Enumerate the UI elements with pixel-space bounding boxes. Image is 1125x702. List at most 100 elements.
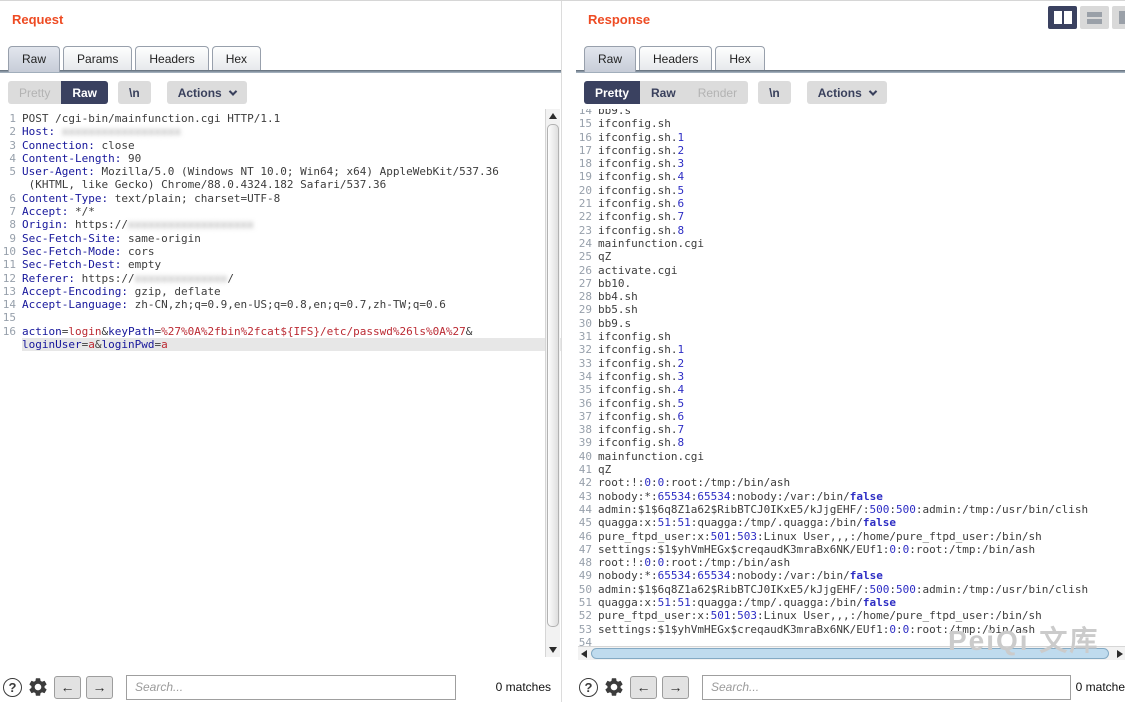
request-tabbar: Raw Params Headers Hex — [8, 46, 262, 72]
code-line: 40 mainfunction.cgi — [578, 449, 704, 463]
message-view-toggle: Pretty Raw Render — [584, 81, 749, 104]
code-line: 9 Sec-Fetch-Site: same-origin — [9, 231, 201, 245]
scroll-down-icon[interactable] — [546, 643, 560, 657]
chevron-down-icon — [868, 86, 877, 96]
code-line: 4 Content-Length: 90 — [9, 151, 142, 165]
code-line: 13 Accept-Encoding: gzip, deflate — [2, 284, 221, 298]
tab-headers[interactable]: Headers — [135, 46, 209, 70]
code-line: 45 quagga:x:51:51:quagga:/tmp/.quagga:/bi… — [578, 516, 897, 530]
code-line: 32 ifconfig.sh.1 — [578, 343, 685, 357]
code-line: 35 ifconfig.sh.4 — [578, 383, 685, 397]
prev-match-button[interactable]: ← — [54, 675, 81, 699]
code-line: 49 nobody:*:65534:65534:nobody:/var:/bin/… — [578, 569, 883, 583]
request-toolbar: Pretty Raw \n Actions — [8, 81, 247, 104]
code-line: 31 ifconfig.sh — [578, 330, 671, 344]
columns-layout-icon[interactable] — [1048, 6, 1077, 29]
actions-button[interactable]: Actions — [806, 81, 887, 104]
actions-label: Actions — [817, 85, 862, 100]
code-line: 50 admin:$1$6q8Z1a62$RibBTCJ0IKxE5/kJjgEH… — [578, 582, 1089, 596]
code-line: 3 Connection: close — [9, 138, 135, 152]
code-line: 37 ifconfig.sh.6 — [578, 409, 685, 423]
render-button[interactable]: Render — [686, 81, 749, 104]
code-line: 11 Sec-Fetch-Dest: empty — [2, 258, 162, 272]
actions-label: Actions — [177, 85, 222, 100]
code-line: 41 qZ — [578, 463, 612, 477]
code-line: 28 bb4.sh — [578, 290, 638, 304]
code-line: 51 quagga:x:51:51:quagga:/tmp/.quagga:/bi… — [578, 595, 897, 609]
tab-params[interactable]: Params — [63, 46, 133, 70]
request-editor[interactable]: 1 POST /cgi-bin/mainfunction.cgi HTTP/1.1… — [0, 109, 561, 659]
code-line: 14 bb9.s — [578, 109, 632, 117]
code-line: 39 ifconfig.sh.8 — [578, 436, 685, 450]
code-line: 18 ifconfig.sh.3 — [578, 157, 685, 171]
next-match-button[interactable]: → — [86, 675, 113, 699]
actions-button[interactable]: Actions — [166, 81, 247, 104]
code-line: 42 root:!:0:0:root:/tmp:/bin/ash — [578, 476, 791, 490]
search-input[interactable] — [126, 674, 456, 700]
code-line: 1 POST /cgi-bin/mainfunction.cgi HTTP/1.1 — [9, 112, 281, 125]
request-vertical-scrollbar[interactable] — [545, 109, 560, 657]
pretty-button[interactable]: Pretty — [8, 81, 62, 104]
pretty-button[interactable]: Pretty — [584, 81, 641, 104]
code-line: 29 bb5.sh — [578, 303, 638, 317]
code-line: 34 ifconfig.sh.3 — [578, 369, 685, 383]
code-line: 2 Host: xxxxxxxxxxxxxxxxxx — [9, 125, 181, 139]
response-editor[interactable]: 14 bb9.s 15 ifconfig.sh 16 ifconfig.sh.1 17 ifc… — [576, 109, 1125, 646]
code-line: 6 Content-Type: text/plain; charset=UTF-8 — [9, 191, 281, 205]
tab-raw[interactable]: Raw — [8, 46, 61, 72]
code-line: 10 Sec-Fetch-Mode: cors — [2, 244, 155, 258]
response-panel: Response Raw Headers Hex Pretty Raw Render… — [576, 1, 1125, 702]
search-input[interactable] — [702, 674, 1071, 700]
code-line: 24 mainfunction.cgi — [578, 236, 704, 250]
code-line: 23 ifconfig.sh.8 — [578, 223, 685, 237]
show-nonprintable-button[interactable]: \n — [118, 81, 151, 104]
code-line: 30 bb9.s — [578, 316, 632, 330]
code-line: 22 ifconfig.sh.7 — [578, 210, 685, 224]
single-layout-icon[interactable] — [1112, 6, 1125, 29]
code-line: 33 ifconfig.sh.2 — [578, 356, 685, 370]
code-line: 17 ifconfig.sh.2 — [578, 143, 685, 157]
tab-hex[interactable]: Hex — [211, 46, 262, 70]
gear-icon[interactable] — [27, 676, 49, 698]
raw-button[interactable]: Raw — [61, 81, 109, 104]
code-line: 20 ifconfig.sh.5 — [578, 183, 685, 197]
tab-raw[interactable]: Raw — [584, 46, 637, 72]
response-toolbar: Pretty Raw Render \n Actions — [584, 81, 887, 104]
next-match-button[interactable]: → — [662, 675, 689, 699]
tab-separator — [576, 70, 1125, 73]
response-tabbar: Raw Headers Hex — [584, 46, 765, 72]
code-line: 44 admin:$1$6q8Z1a62$RibBTCJ0IKxE5/kJjgEH… — [578, 502, 1089, 516]
response-search-bar: ? ← → 0 matches — [576, 671, 1125, 702]
code-line: 19 ifconfig.sh.4 — [578, 170, 685, 184]
scroll-up-icon[interactable] — [546, 109, 560, 123]
tab-hex[interactable]: Hex — [715, 46, 765, 70]
tab-headers[interactable]: Headers — [639, 46, 713, 70]
chevron-down-icon — [228, 86, 237, 96]
rows-layout-icon[interactable] — [1080, 6, 1109, 29]
response-code: 14 bb9.s 15 ifconfig.sh 16 ifconfig.sh.1 17 ifc… — [576, 109, 1125, 646]
code-line: 8 Origin: https://xxxxxxxxxxxxxxxxxxx — [9, 218, 254, 232]
scrollbar-thumb[interactable] — [547, 124, 559, 627]
prev-match-button[interactable]: ← — [630, 675, 657, 699]
gear-icon[interactable] — [603, 676, 625, 698]
code-line: 25 qZ — [578, 250, 612, 264]
code-line: 5 User-Agent: Mozilla/5.0 (Windows NT 10.… — [9, 165, 499, 179]
code-line: 15 — [2, 311, 16, 325]
code-line: 43 nobody:*:65534:65534:nobody:/var:/bin/… — [578, 489, 883, 503]
code-line: 7 Accept: */* — [9, 205, 95, 219]
code-line: 48 root:!:0:0:root:/tmp:/bin/ash — [578, 556, 791, 570]
raw-button[interactable]: Raw — [640, 81, 687, 104]
request-search-bar: ? ← → 0 matches — [0, 671, 562, 702]
scroll-right-icon[interactable] — [1114, 647, 1125, 660]
help-icon[interactable]: ? — [3, 677, 22, 697]
code-line: 14 Accept-Language: zh-CN,zh;q=0.9,en-US;… — [2, 298, 446, 312]
response-panel-title: Response — [588, 12, 651, 27]
code-line: 38 ifconfig.sh.7 — [578, 423, 685, 437]
code-line: loginUser=a&loginPwd=a — [0, 338, 561, 352]
show-nonprintable-button[interactable]: \n — [758, 81, 791, 104]
request-panel: Request Raw Params Headers Hex Pretty Raw \… — [0, 1, 562, 702]
message-view-toggle: Pretty Raw — [8, 81, 109, 104]
help-icon[interactable]: ? — [579, 677, 598, 697]
scroll-left-icon[interactable] — [578, 647, 590, 660]
match-count: 0 matches — [495, 680, 551, 694]
